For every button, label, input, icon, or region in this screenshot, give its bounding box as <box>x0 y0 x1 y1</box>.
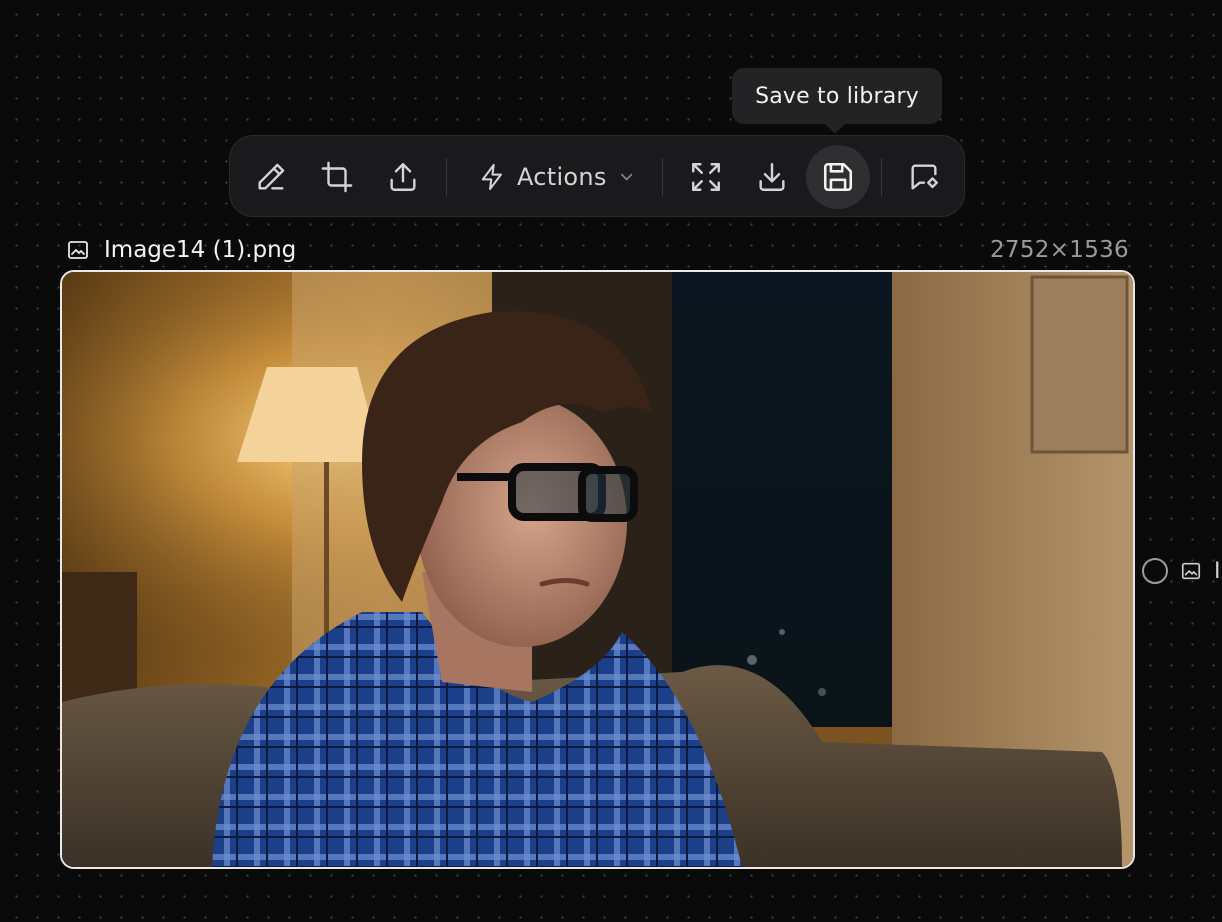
download-icon <box>759 163 785 191</box>
image-filename: Image14 (1).png <box>104 237 297 263</box>
chevron-down-icon <box>620 173 632 181</box>
expand-icon <box>692 163 720 191</box>
image-dimensions: 2752×1536 <box>989 237 1129 263</box>
adjacent-node-connector[interactable]: Ir <box>1142 556 1222 586</box>
upload-icon <box>390 163 416 191</box>
crop-icon <box>321 161 353 193</box>
annotate-icon <box>911 164 938 190</box>
toolbar-divider <box>662 158 663 196</box>
image-icon <box>68 241 88 259</box>
tooltip-text: Save to library <box>755 83 919 109</box>
actions-label: Actions <box>516 163 607 191</box>
toolbar-divider <box>446 158 447 196</box>
download-button[interactable] <box>740 145 804 209</box>
fullscreen-button[interactable] <box>674 145 738 209</box>
image-node-header: Image14 (1).png <box>66 234 296 266</box>
lightning-icon <box>481 163 502 191</box>
crop-button[interactable] <box>305 145 369 209</box>
adjacent-node-label: Ir <box>1214 558 1222 584</box>
share-upload-button[interactable] <box>371 145 435 209</box>
edit-button[interactable] <box>239 145 303 209</box>
toolbar-divider <box>881 158 882 196</box>
selected-image[interactable] <box>60 270 1135 869</box>
connection-handle[interactable] <box>1142 558 1168 584</box>
save-to-library-tooltip: Save to library <box>732 68 942 124</box>
image-toolbar: Actions <box>229 135 965 217</box>
photo-man-with-glasses-on-sofa <box>62 272 1133 867</box>
actions-dropdown-button[interactable]: Actions <box>470 145 636 209</box>
save-icon <box>823 162 853 192</box>
image-icon <box>1181 562 1201 580</box>
pencil-icon <box>258 163 285 190</box>
save-to-library-button[interactable] <box>806 145 870 209</box>
annotate-button[interactable] <box>892 145 956 209</box>
